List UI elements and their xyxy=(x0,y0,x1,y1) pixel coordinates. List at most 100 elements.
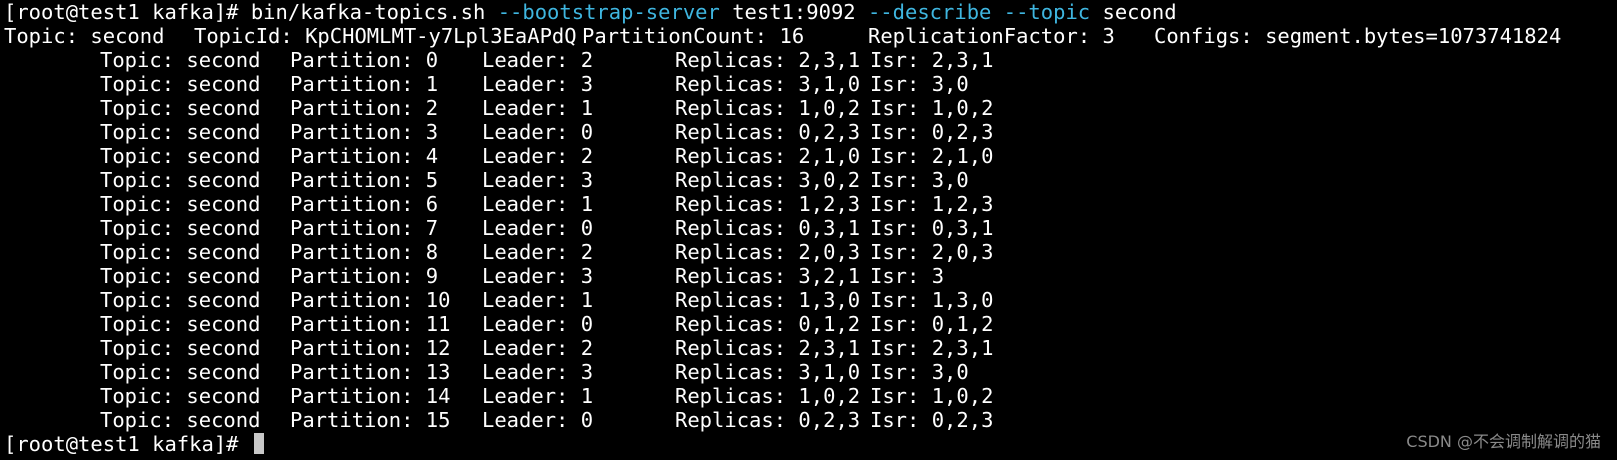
partition-row: Topic: second Partition: 7 Leader: 0 Replic… xyxy=(4,216,1617,240)
partition-number: Partition: 6 xyxy=(290,192,439,216)
partition-isr: Isr: 3,0 xyxy=(870,360,969,384)
partition-number: Partition: 4 xyxy=(290,144,439,168)
summary-topic-id: TopicId: KpCHOMLMT-y7Lpl3EaAPdQ xyxy=(194,24,577,48)
partition-topic: Topic: second xyxy=(100,360,261,384)
partition-topic: Topic: second xyxy=(100,96,261,120)
partition-row: Topic: second Partition: 8 Leader: 2 Replic… xyxy=(4,240,1617,264)
partition-row: Topic: second Partition: 0 Leader: 2 Replic… xyxy=(4,48,1617,72)
partition-leader: Leader: 0 xyxy=(482,408,594,432)
partition-leader: Leader: 1 xyxy=(482,288,594,312)
partition-topic: Topic: second xyxy=(100,312,261,336)
command-program: bin/kafka-topics.sh xyxy=(250,0,486,24)
partition-replicas: Replicas: 0,1,2 xyxy=(675,312,861,336)
partition-topic: Topic: second xyxy=(100,72,261,96)
partition-number: Partition: 11 xyxy=(290,312,451,336)
partition-topic: Topic: second xyxy=(100,120,261,144)
topic-value: second xyxy=(1102,0,1177,24)
partition-row: Topic: second Partition: 2 Leader: 1 Replic… xyxy=(4,96,1617,120)
partition-leader: Leader: 0 xyxy=(482,216,594,240)
partition-leader: Leader: 3 xyxy=(482,360,594,384)
partition-isr: Isr: 1,0,2 xyxy=(870,96,994,120)
partition-isr: Isr: 2,0,3 xyxy=(870,240,994,264)
partition-topic: Topic: second xyxy=(100,408,261,432)
partition-leader: Leader: 2 xyxy=(482,144,594,168)
partition-list: Topic: second Partition: 0 Leader: 2 Replic… xyxy=(4,48,1617,432)
summary-configs: Configs: segment.bytes=1073741824 xyxy=(1154,24,1562,48)
partition-topic: Topic: second xyxy=(100,216,261,240)
watermark: CSDN @不会调制解调的猫 xyxy=(1406,432,1601,451)
partition-isr: Isr: 3,0 xyxy=(870,168,969,192)
final-shell-prompt: [root@test1 kafka]# xyxy=(4,432,251,456)
partition-number: Partition: 10 xyxy=(290,288,451,312)
partition-replicas: Replicas: 2,3,1 xyxy=(675,48,861,72)
text-cursor xyxy=(253,433,264,454)
partition-replicas: Replicas: 1,3,0 xyxy=(675,288,861,312)
partition-isr: Isr: 1,2,3 xyxy=(870,192,994,216)
partition-replicas: Replicas: 3,1,0 xyxy=(675,72,861,96)
partition-topic: Topic: second xyxy=(100,264,261,288)
partition-row: Topic: second Partition: 10 Leader: 1 Repli… xyxy=(4,288,1617,312)
partition-isr: Isr: 0,2,3 xyxy=(870,408,994,432)
partition-number: Partition: 7 xyxy=(290,216,439,240)
topic-summary-line: Topic: second TopicId: KpCHOMLMT-y7Lpl3E… xyxy=(4,24,1617,48)
partition-leader: Leader: 0 xyxy=(482,312,594,336)
summary-partition-count: PartitionCount: 16 xyxy=(582,24,805,48)
partition-number: Partition: 9 xyxy=(290,264,439,288)
partition-number: Partition: 0 xyxy=(290,48,439,72)
partition-replicas: Replicas: 3,0,2 xyxy=(675,168,861,192)
partition-number: Partition: 1 xyxy=(290,72,439,96)
option-topic: --topic xyxy=(1003,0,1091,24)
partition-topic: Topic: second xyxy=(100,192,261,216)
partition-isr: Isr: 1,3,0 xyxy=(870,288,994,312)
partition-replicas: Replicas: 1,2,3 xyxy=(675,192,861,216)
partition-replicas: Replicas: 0,2,3 xyxy=(675,120,861,144)
partition-number: Partition: 13 xyxy=(290,360,451,384)
partition-isr: Isr: 0,1,2 xyxy=(870,312,994,336)
partition-isr: Isr: 2,1,0 xyxy=(870,144,994,168)
partition-leader: Leader: 1 xyxy=(482,192,594,216)
partition-isr: Isr: 2,3,1 xyxy=(870,48,994,72)
partition-leader: Leader: 0 xyxy=(482,120,594,144)
partition-row: Topic: second Partition: 14 Leader: 1 Repli… xyxy=(4,384,1617,408)
partition-leader: Leader: 2 xyxy=(482,336,594,360)
partition-row: Topic: second Partition: 1 Leader: 3 Replic… xyxy=(4,72,1617,96)
partition-replicas: Replicas: 3,1,0 xyxy=(675,360,861,384)
partition-topic: Topic: second xyxy=(100,48,261,72)
partition-row: Topic: second Partition: 3 Leader: 0 Replic… xyxy=(4,120,1617,144)
partition-replicas: Replicas: 1,0,2 xyxy=(675,96,861,120)
partition-topic: Topic: second xyxy=(100,168,261,192)
terminal-output[interactable]: [root@test1 kafka]# bin/kafka-topics.sh … xyxy=(4,0,1617,460)
partition-row: Topic: second Partition: 5 Leader: 3 Replic… xyxy=(4,168,1617,192)
partition-row: Topic: second Partition: 12 Leader: 2 Repli… xyxy=(4,336,1617,360)
partition-leader: Leader: 2 xyxy=(482,48,594,72)
partition-row: Topic: second Partition: 9 Leader: 3 Replic… xyxy=(4,264,1617,288)
partition-number: Partition: 5 xyxy=(290,168,439,192)
option-describe: --describe xyxy=(867,0,992,24)
partition-replicas: Replicas: 2,3,1 xyxy=(675,336,861,360)
partition-topic: Topic: second xyxy=(100,288,261,312)
summary-topic: Topic: second xyxy=(4,24,165,48)
partition-row: Topic: second Partition: 13 Leader: 3 Repli… xyxy=(4,360,1617,384)
partition-topic: Topic: second xyxy=(100,144,261,168)
partition-isr: Isr: 0,2,3 xyxy=(870,120,994,144)
partition-leader: Leader: 3 xyxy=(482,72,594,96)
partition-replicas: Replicas: 1,0,2 xyxy=(675,384,861,408)
option-bootstrap-server: --bootstrap-server xyxy=(497,0,720,24)
partition-isr: Isr: 2,3,1 xyxy=(870,336,994,360)
partition-replicas: Replicas: 0,2,3 xyxy=(675,408,861,432)
partition-number: Partition: 14 xyxy=(290,384,451,408)
partition-replicas: Replicas: 2,0,3 xyxy=(675,240,861,264)
final-prompt-line: [root@test1 kafka]# xyxy=(4,432,1617,456)
shell-prompt: [root@test1 kafka]# xyxy=(4,0,251,24)
partition-number: Partition: 15 xyxy=(290,408,451,432)
partition-replicas: Replicas: 0,3,1 xyxy=(675,216,861,240)
partition-number: Partition: 3 xyxy=(290,120,439,144)
partition-topic: Topic: second xyxy=(100,384,261,408)
partition-topic: Topic: second xyxy=(100,336,261,360)
partition-row: Topic: second Partition: 6 Leader: 1 Replic… xyxy=(4,192,1617,216)
partition-row: Topic: second Partition: 4 Leader: 2 Replic… xyxy=(4,144,1617,168)
partition-number: Partition: 12 xyxy=(290,336,451,360)
summary-replication-factor: ReplicationFactor: 3 xyxy=(868,24,1115,48)
bootstrap-value: test1:9092 xyxy=(732,0,856,24)
partition-replicas: Replicas: 2,1,0 xyxy=(675,144,861,168)
